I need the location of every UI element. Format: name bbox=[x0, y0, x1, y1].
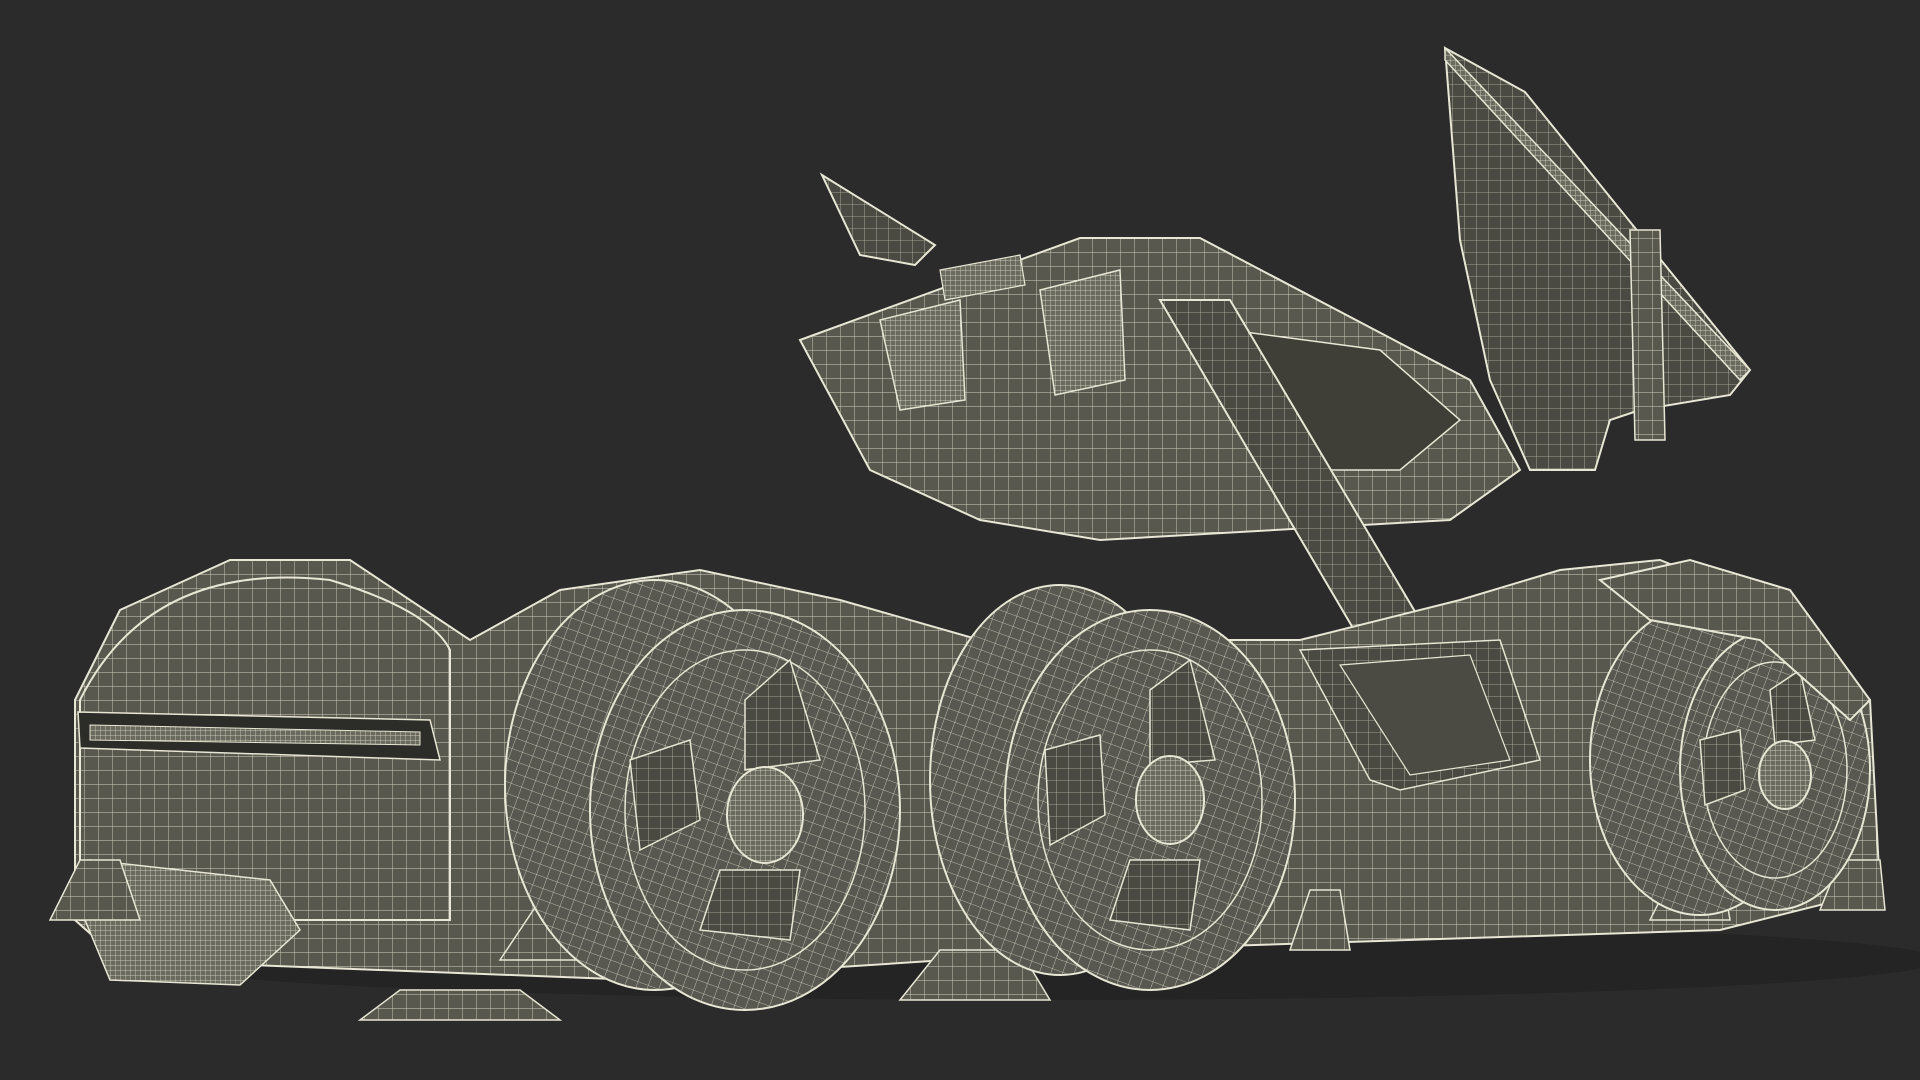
vehicle-wireframe-render bbox=[48, 46, 1920, 1021]
canopy bbox=[798, 237, 1522, 642]
rear-wing bbox=[1443, 46, 1752, 471]
render-viewport bbox=[0, 0, 1920, 1080]
front-spike bbox=[819, 172, 937, 267]
